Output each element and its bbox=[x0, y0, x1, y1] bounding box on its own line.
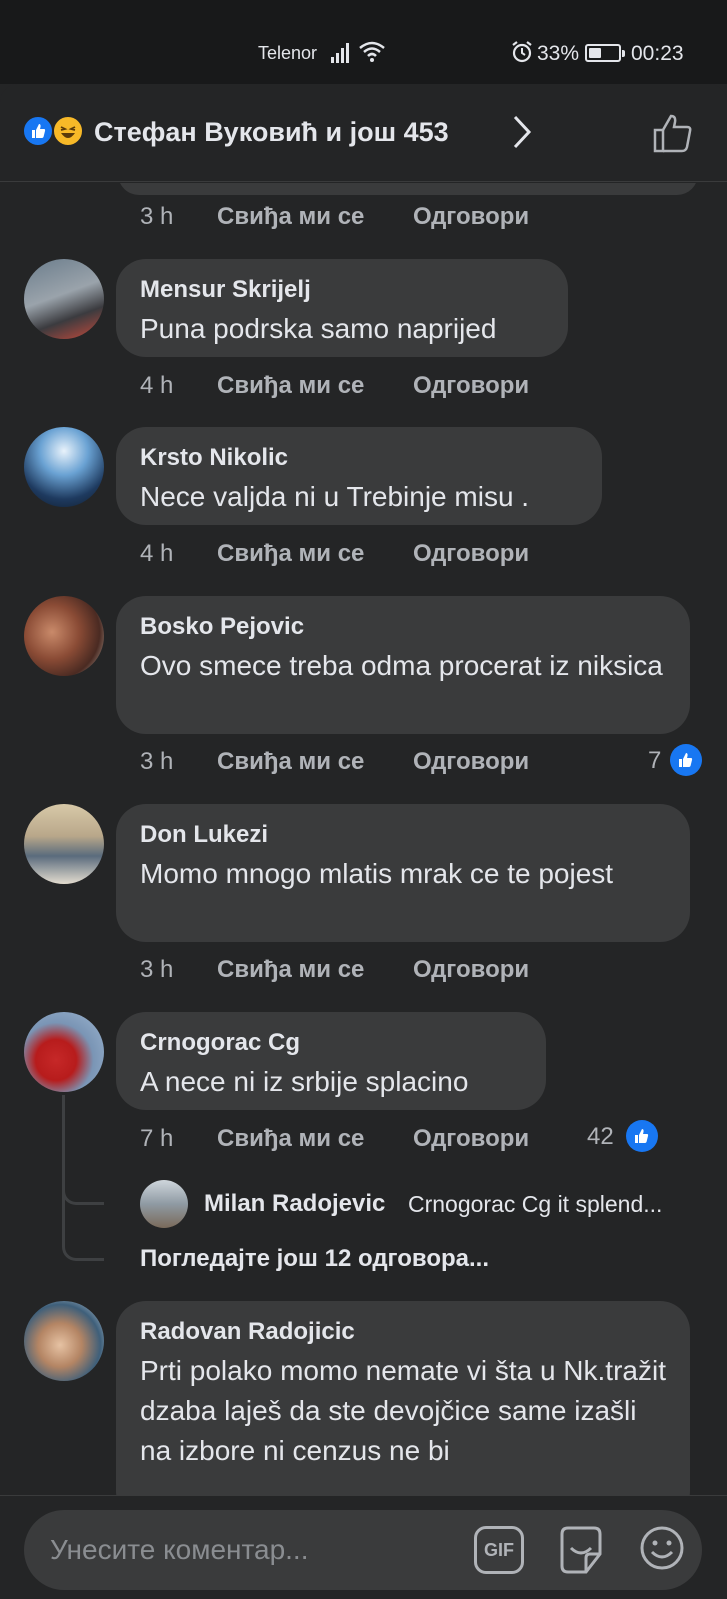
comment-time: 4 h bbox=[140, 540, 174, 567]
avatar[interactable] bbox=[24, 804, 104, 884]
like-button[interactable]: Свиђа ми се bbox=[217, 1125, 364, 1153]
reply-button[interactable]: Одговори bbox=[413, 1125, 529, 1153]
comment-text: Puna podrska samo naprijed bbox=[140, 313, 497, 344]
comment-author[interactable]: Radovan Radojicic bbox=[140, 1317, 666, 1347]
emoji-icon[interactable] bbox=[638, 1524, 686, 1572]
gif-button[interactable]: GIF bbox=[474, 1526, 524, 1574]
status-bar: Telenor 33% 00:23 bbox=[0, 0, 727, 84]
comment-bubble: Mensur Skrijelj Puna podrska samo naprij… bbox=[116, 259, 568, 357]
comment-author[interactable]: Bosko Pejovic bbox=[140, 612, 666, 642]
comment-bubble: Radovan Radojicic Prti polako momo nemat… bbox=[116, 1301, 690, 1495]
comment-time: 3 h bbox=[140, 203, 174, 230]
view-more-replies-link[interactable]: Погледајте још 12 одговора... bbox=[140, 1245, 489, 1273]
avatar[interactable] bbox=[24, 259, 104, 339]
comment-author[interactable]: Mensur Skrijelj bbox=[140, 275, 544, 305]
battery-icon bbox=[585, 44, 625, 62]
comment-bubble: Don Lukezi Momo mnogo mlatis mrak ce te … bbox=[116, 804, 690, 942]
comment-bubble: Krsto Nikolic Nece valjda ni u Trebinje … bbox=[116, 427, 602, 525]
reply-text: Crnogorac Cg it splend... bbox=[408, 1191, 663, 1217]
thread-connector bbox=[62, 1205, 104, 1261]
avatar[interactable] bbox=[24, 1012, 104, 1092]
comment-text: A nece ni iz srbije splacino bbox=[140, 1066, 469, 1097]
comment-composer: GIF bbox=[24, 1510, 702, 1590]
alarm-icon bbox=[512, 41, 532, 63]
avatar[interactable] bbox=[24, 1301, 104, 1381]
reply-button[interactable]: Одговори bbox=[413, 372, 529, 400]
comment-text: Prti polako momo nemate vi šta u Nk.traž… bbox=[140, 1355, 666, 1466]
reply-button[interactable]: Одговори bbox=[413, 203, 529, 231]
comment-bubble: Bosko Pejovic Ovo smece treba odma proce… bbox=[116, 596, 690, 734]
reply-preview[interactable]: Milan Radojevic Crnogorac Cg it splend..… bbox=[140, 1180, 700, 1230]
reply-button[interactable]: Одговори bbox=[413, 540, 529, 568]
comment-author[interactable]: Crnogorac Cg bbox=[140, 1028, 522, 1058]
avatar[interactable] bbox=[140, 1180, 188, 1228]
comment-author[interactable]: Krsto Nikolic bbox=[140, 443, 578, 473]
comments-feed[interactable]: 3 h Свиђа ми се Одговори Mensur Skrijelj… bbox=[0, 183, 727, 1495]
reactions-title[interactable]: Стефан Вуковић и још 453 bbox=[94, 117, 449, 148]
like-button[interactable]: Свиђа ми се bbox=[217, 956, 364, 984]
comment-input[interactable] bbox=[50, 1530, 450, 1570]
reply-author[interactable]: Milan Radojevic bbox=[204, 1190, 385, 1218]
thread-connector bbox=[62, 1095, 104, 1205]
like-button[interactable]: Свиђа ми се bbox=[217, 203, 364, 231]
previous-comment-bubble bbox=[118, 183, 698, 195]
sticker-icon[interactable] bbox=[556, 1524, 606, 1576]
comment-author[interactable]: Don Lukezi bbox=[140, 820, 666, 850]
reply-button[interactable]: Одговори bbox=[413, 956, 529, 984]
comment-bubble: Crnogorac Cg A nece ni iz srbije splacin… bbox=[116, 1012, 546, 1110]
like-count[interactable]: 7 bbox=[648, 747, 661, 775]
clock: 00:23 bbox=[631, 42, 684, 65]
haha-reaction-icon bbox=[52, 115, 84, 147]
wifi-icon bbox=[359, 41, 385, 62]
avatar[interactable] bbox=[24, 596, 104, 676]
comment-time: 3 h bbox=[140, 956, 174, 983]
reactions-header: Стефан Вуковић и још 453 bbox=[0, 84, 727, 182]
carrier-label: Telenor bbox=[258, 43, 318, 63]
signal-icon bbox=[331, 43, 349, 63]
comment-composer-bar: GIF bbox=[0, 1495, 727, 1599]
like-button[interactable]: Свиђа ми се bbox=[217, 372, 364, 400]
comment-time: 7 h bbox=[140, 1125, 174, 1152]
like-badge-icon bbox=[626, 1120, 658, 1152]
avatar[interactable] bbox=[24, 427, 104, 507]
comment-text: Momo mnogo mlatis mrak ce te pojest bbox=[140, 858, 614, 889]
like-badge-icon bbox=[670, 744, 702, 776]
battery-percent: 33% bbox=[537, 42, 580, 65]
like-reaction-icon bbox=[22, 115, 54, 147]
comment-text: Ovo smece treba odma procerat iz niksica bbox=[140, 650, 663, 681]
like-count[interactable]: 42 bbox=[587, 1123, 614, 1151]
like-thumb-icon[interactable] bbox=[652, 112, 694, 154]
comment-time: 4 h bbox=[140, 372, 174, 399]
like-button[interactable]: Свиђа ми се bbox=[217, 540, 364, 568]
like-button[interactable]: Свиђа ми се bbox=[217, 748, 364, 776]
reply-button[interactable]: Одговори bbox=[413, 748, 529, 776]
chevron-right-icon[interactable] bbox=[512, 114, 532, 150]
comment-time: 3 h bbox=[140, 748, 174, 775]
comment-text: Nece valjda ni u Trebinje misu . bbox=[140, 481, 530, 512]
